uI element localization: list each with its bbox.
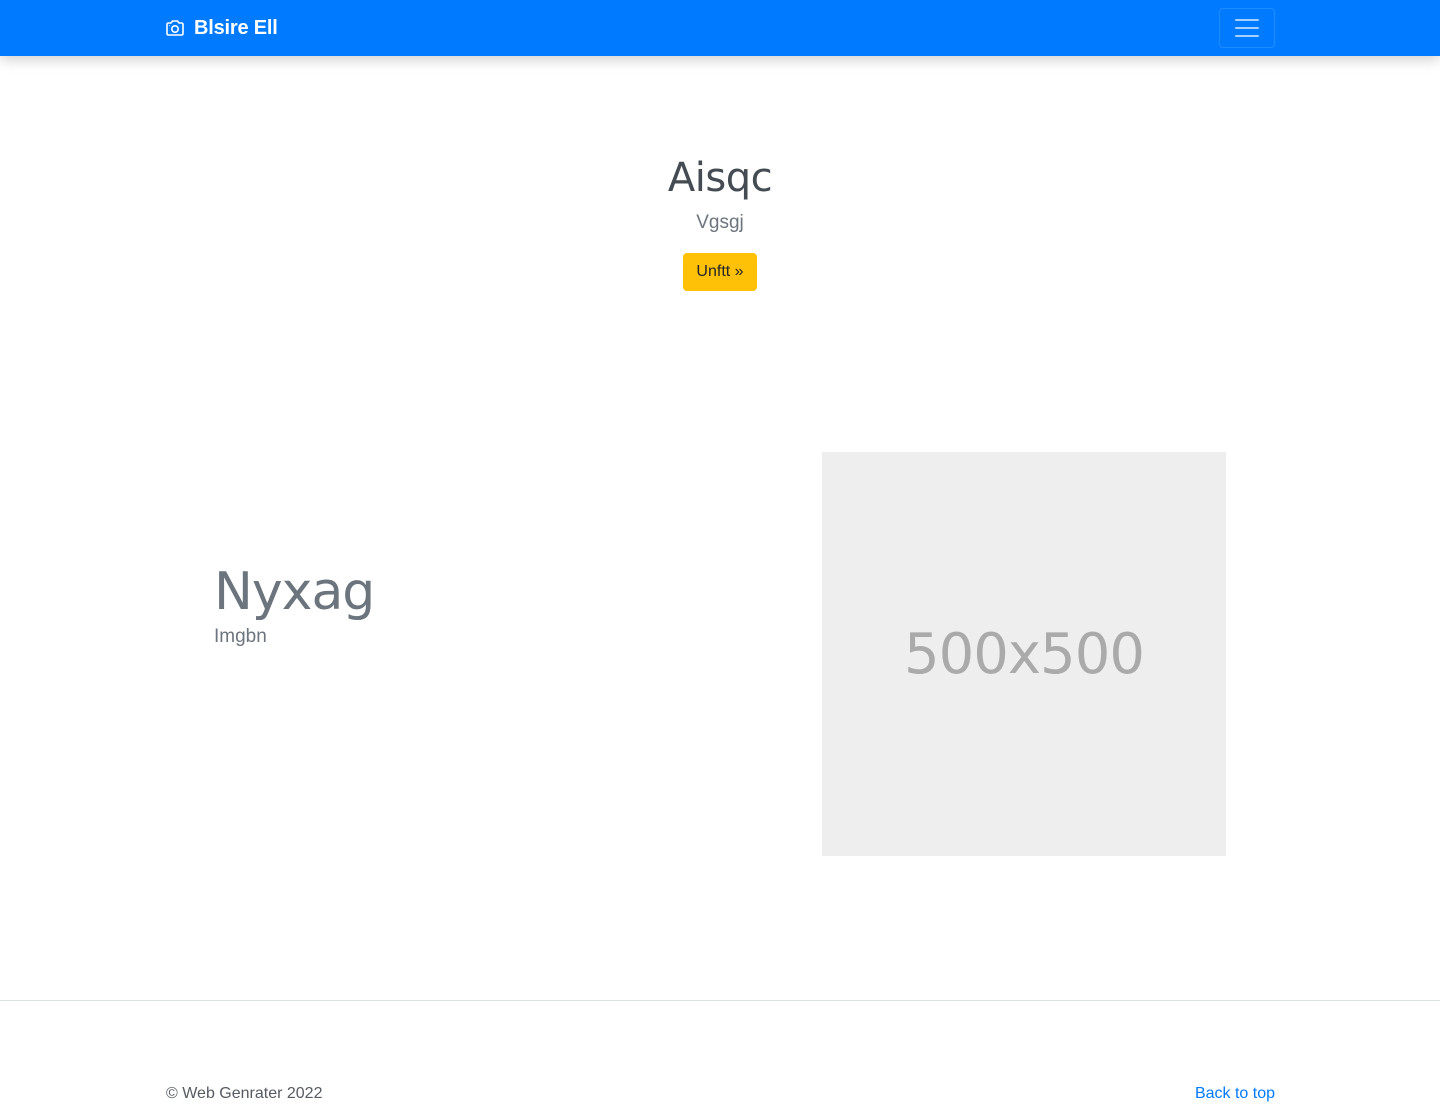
brand-name: Blsire Ell (194, 16, 278, 39)
footer-copyright: © Web Genrater 2022 (166, 1085, 323, 1102)
hero-cta-button[interactable]: Unftt » (683, 253, 757, 291)
navbar: Blsire Ell (0, 0, 1440, 56)
navbar-toggler-button[interactable] (1219, 8, 1275, 48)
hamburger-menu-icon (1235, 27, 1259, 29)
back-to-top-link[interactable]: Back to top (1195, 1083, 1275, 1105)
navbar-brand[interactable]: Blsire Ell (165, 16, 278, 40)
feature-subtext: Imgbn (214, 626, 267, 647)
hamburger-menu-icon (1235, 19, 1259, 21)
footer-divider (0, 1000, 1440, 1001)
feature-heading: Nyxag (214, 562, 375, 622)
camera-icon (165, 19, 185, 37)
hero-section: Aisqc Vgsgj Unftt » (0, 150, 1440, 291)
feature-text: Nyxag Imgbn (214, 560, 375, 650)
hero-lead: Vgsgj (696, 212, 744, 233)
placeholder-image: 500x500 (822, 452, 1226, 856)
hero-title: Aisqc (667, 155, 773, 201)
placeholder-image-label: 500x500 (904, 621, 1145, 687)
hamburger-menu-icon (1235, 35, 1259, 37)
